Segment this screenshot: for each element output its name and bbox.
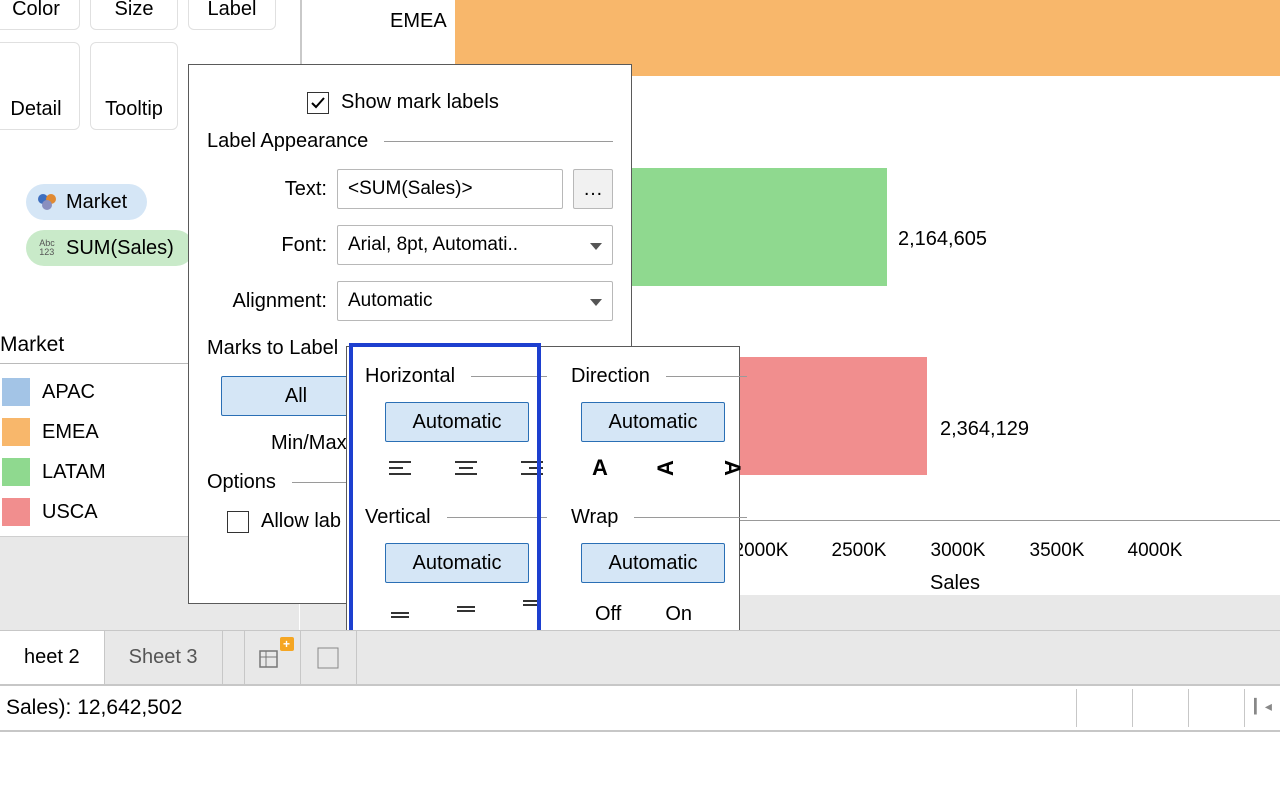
status-cell (1188, 689, 1244, 727)
align-right-icon[interactable] (517, 456, 547, 480)
horizontal-automatic-button[interactable]: Automatic (385, 402, 529, 442)
valign-bottom-icon[interactable] (385, 597, 415, 621)
marks-card-label-label: Label (208, 0, 257, 21)
wrap-off-option[interactable]: Off (595, 603, 621, 626)
status-cell (1132, 689, 1188, 727)
marks-card-color[interactable]: Color (0, 0, 80, 30)
bar-label-usca: 2,364,129 (940, 418, 1029, 441)
row-header-emea[interactable]: EMEA (390, 10, 447, 33)
status-cell (1076, 689, 1132, 727)
field-label-alignment: Alignment: (207, 290, 327, 313)
chevron-down-icon (590, 234, 602, 256)
swatch (2, 418, 30, 446)
alignment-select[interactable]: Automatic (337, 281, 613, 321)
label-icon: Abc 123 (36, 239, 58, 257)
section-header-direction: Direction (571, 365, 747, 388)
wrap-automatic-button[interactable]: Automatic (581, 543, 725, 583)
legend-title: Market (0, 329, 64, 361)
new-dashboard-icon (317, 647, 339, 669)
status-bar: Sales): 12,642,502 (0, 686, 1280, 732)
label-text-input[interactable]: <SUM(Sales)> (337, 169, 563, 209)
section-header-vertical: Vertical (365, 506, 547, 529)
marks-card-size-label: Size (115, 0, 154, 21)
swatch (2, 458, 30, 486)
field-label-font: Font: (207, 234, 327, 257)
valign-middle-icon[interactable] (451, 597, 481, 621)
marks-card-label[interactable]: Abc123 Label (188, 0, 276, 30)
section-header-horizontal: Horizontal (365, 365, 547, 388)
bar-label-latam: 2,164,605 (898, 228, 987, 251)
marks-card-size[interactable]: Size (90, 0, 178, 30)
axis-tick: 2500K (832, 540, 887, 562)
swatch (2, 498, 30, 526)
field-label-text: Text: (207, 178, 327, 201)
valign-top-icon[interactable] (517, 597, 547, 621)
sheet-tabs-bar: heet 2 Sheet 3 + (0, 630, 1280, 686)
status-text: Sales): 12,642,502 (6, 696, 182, 720)
section-header-wrap: Wrap (571, 506, 747, 529)
pager: ▎◂ (1252, 695, 1274, 717)
section-header-appearance: Label Appearance (207, 130, 613, 153)
axis-tick: 4000K (1128, 540, 1183, 562)
show-mark-labels-label: Show mark labels (341, 91, 499, 114)
show-mark-labels-checkbox[interactable] (307, 92, 329, 114)
vertical-automatic-button[interactable]: Automatic (385, 543, 529, 583)
marks-card-detail-label: Detail (10, 98, 61, 121)
font-select[interactable]: Arial, 8pt, Automati.. (337, 225, 613, 265)
pill-sum-sales[interactable]: Abc 123 SUM(Sales) (26, 230, 194, 266)
pager-first-icon[interactable]: ▎◂ (1252, 695, 1274, 717)
swatch (2, 378, 30, 406)
wrap-on-option[interactable]: On (665, 603, 692, 626)
marks-card-tooltip-label: Tooltip (105, 98, 163, 121)
direction-rotate-left-icon[interactable]: A (654, 453, 678, 483)
allow-labels-checkbox[interactable] (227, 511, 249, 533)
marks-card-detail[interactable]: Detail (0, 42, 80, 130)
text-more-button[interactable]: … (573, 169, 613, 209)
tab-sheet3[interactable]: Sheet 3 (105, 631, 223, 684)
axis-tick: 3000K (931, 540, 986, 562)
pill-market[interactable]: Market (26, 184, 147, 220)
new-dashboard-button[interactable] (301, 631, 357, 684)
axis-tick: 3500K (1030, 540, 1085, 562)
chevron-down-icon (590, 290, 602, 312)
allow-labels-label: Allow lab (261, 510, 341, 533)
direction-normal-icon[interactable]: A (585, 456, 615, 480)
new-worksheet-button[interactable]: + (245, 631, 301, 684)
pill-label: SUM(Sales) (66, 237, 174, 260)
pill-label: Market (66, 191, 127, 214)
ellipsis-icon: … (583, 178, 603, 201)
align-left-icon[interactable] (385, 456, 415, 480)
direction-rotate-right-icon[interactable]: A (720, 453, 744, 483)
color-icon (36, 193, 58, 211)
tab-sheet2[interactable]: heet 2 (0, 631, 105, 684)
direction-automatic-button[interactable]: Automatic (581, 402, 725, 442)
marks-card-tooltip[interactable]: Tooltip (90, 42, 178, 130)
x-axis-title: Sales (930, 572, 980, 595)
align-center-icon[interactable] (451, 456, 481, 480)
marks-card-color-label: Color (12, 0, 60, 21)
